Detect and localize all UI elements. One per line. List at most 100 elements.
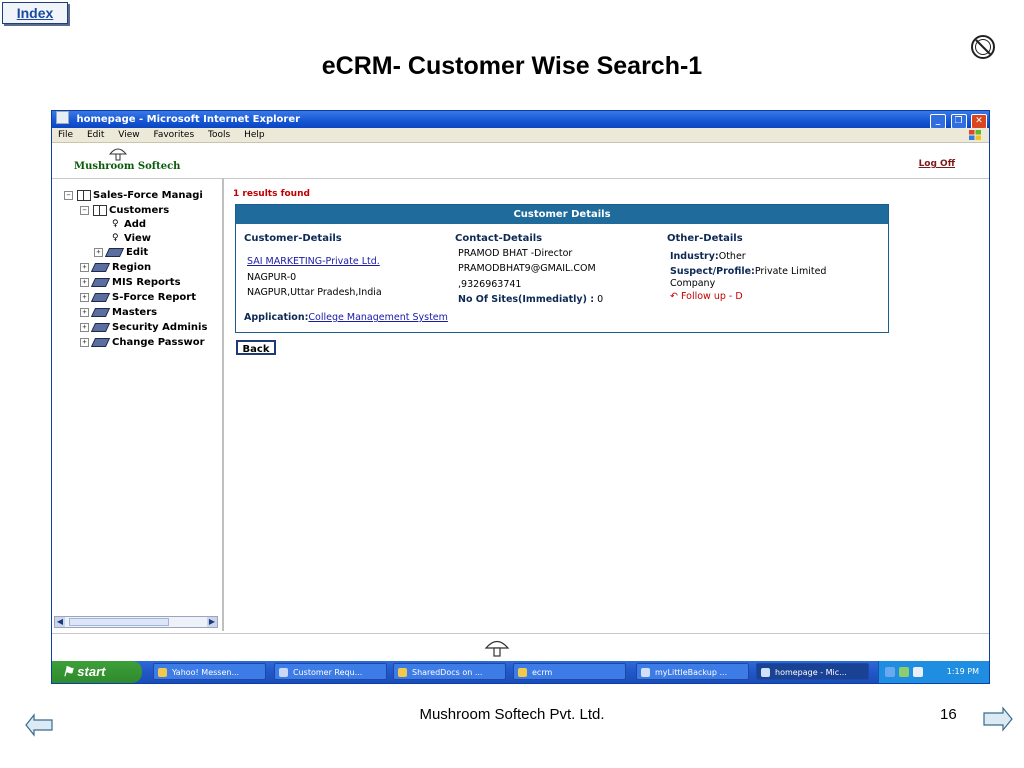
tree-item-edit[interactable]: + Edit <box>94 245 148 259</box>
tree-label: View <box>124 232 152 244</box>
tree-item-mis-reports[interactable]: + MIS Reports <box>80 275 181 289</box>
tree-item-change-password[interactable]: + Change Passwor <box>80 335 205 349</box>
col-contact-details: Contact-Details <box>455 233 543 244</box>
contact-name: PRAMOD BHAT -Director <box>458 248 573 259</box>
contact-phone: ,9326963741 <box>458 279 522 290</box>
navigation-tree: − Sales-Force Managi − Customers ♀ Add ♀… <box>52 178 224 631</box>
mushroom-logo-icon <box>484 640 510 657</box>
ie-page-icon <box>56 111 69 124</box>
expand-icon[interactable]: + <box>80 277 89 287</box>
application-label: Application: <box>244 312 309 323</box>
slide-title: eCRM- Customer Wise Search-1 <box>321 52 703 80</box>
window-title: homepage - Microsoft Internet Explorer <box>76 114 301 125</box>
task-mylittlebackup[interactable]: myLittleBackup ... <box>636 663 749 680</box>
restore-button[interactable]: ❐ <box>950 114 967 129</box>
menu-file[interactable]: File <box>58 130 73 140</box>
tree-label: Change Passwor <box>112 336 205 348</box>
customer-name-link[interactable]: SAI MARKETING-Private Ltd. <box>247 256 380 267</box>
tree-item-add[interactable]: ♀ Add <box>112 217 146 231</box>
task-label: homepage - Mic... <box>775 668 847 677</box>
expand-icon[interactable]: + <box>80 322 89 332</box>
tree-label: Customers <box>109 204 170 216</box>
logoff-link[interactable]: Log Off <box>919 159 955 169</box>
start-button[interactable]: ⚑ start <box>52 661 142 683</box>
task-shareddocs[interactable]: SharedDocs on ... <box>393 663 506 680</box>
clock: 1:19 PM <box>946 667 979 676</box>
speaker-icon[interactable] <box>913 667 923 677</box>
network-icon[interactable] <box>899 667 909 677</box>
ie-page-icon <box>641 668 650 677</box>
results-count: 1 results found <box>233 189 310 199</box>
back-button[interactable]: Back <box>236 340 276 355</box>
horizontal-scrollbar[interactable]: ◀ ▶ <box>54 616 218 628</box>
tree-item-customers[interactable]: − Customers <box>80 203 169 217</box>
task-label: SharedDocs on ... <box>412 668 483 677</box>
minimize-button[interactable]: _ <box>930 114 947 129</box>
tree-item-masters[interactable]: + Masters <box>80 305 157 319</box>
menu-tools[interactable]: Tools <box>208 130 230 140</box>
collapse-icon[interactable]: − <box>80 205 89 215</box>
tree-item-region[interactable]: + Region <box>80 260 151 274</box>
closed-book-icon <box>90 322 111 332</box>
tree-item-security-admin[interactable]: + Security Adminis <box>80 320 207 334</box>
tray-arrow-icon[interactable] <box>885 667 895 677</box>
industry-value: Other <box>718 251 746 262</box>
menu-view[interactable]: View <box>118 130 139 140</box>
follow-up-link[interactable]: ↶ Follow up - D <box>670 291 743 302</box>
closed-book-icon <box>90 292 111 302</box>
scroll-thumb[interactable] <box>69 618 169 626</box>
closed-book-icon <box>90 262 111 272</box>
windows-flag-icon <box>969 130 981 140</box>
application: Application:College Management System <box>244 312 448 323</box>
window-titlebar: homepage - Microsoft Internet Explorer _… <box>52 111 989 129</box>
expand-icon[interactable]: + <box>80 262 89 272</box>
industry: Industry:Other <box>670 251 746 262</box>
expand-icon[interactable]: + <box>80 337 89 347</box>
document-icon <box>279 668 288 677</box>
brand-name: Mushroom Softech <box>74 161 181 172</box>
task-customer-requ[interactable]: Customer Requ... <box>274 663 387 680</box>
tree-item-root[interactable]: − Sales-Force Managi <box>64 188 203 202</box>
task-label: ecrm <box>532 668 553 677</box>
tree-item-sforce-report[interactable]: + S-Force Report <box>80 290 196 304</box>
open-book-icon <box>93 204 107 216</box>
task-ecrm[interactable]: ecrm <box>513 663 626 680</box>
menu-help[interactable]: Help <box>244 130 265 140</box>
scroll-right-icon[interactable]: ▶ <box>207 617 217 627</box>
menu-favorites[interactable]: Favorites <box>153 130 194 140</box>
start-flag-icon: ⚑ <box>62 664 78 679</box>
collapse-icon[interactable]: − <box>64 190 73 200</box>
sites-value: 0 <box>597 294 604 305</box>
no-symbol-icon <box>971 35 995 59</box>
menu-edit[interactable]: Edit <box>87 130 104 140</box>
expand-icon[interactable]: + <box>94 247 103 257</box>
customer-pincode: NAGPUR-0 <box>247 272 297 283</box>
expand-icon[interactable]: + <box>80 292 89 302</box>
task-yahoo-messenger[interactable]: Yahoo! Messen... <box>153 663 266 680</box>
task-homepage[interactable]: homepage - Mic... <box>756 663 869 680</box>
expand-icon[interactable]: + <box>80 307 89 317</box>
status-bar <box>52 633 989 662</box>
previous-arrow-icon[interactable] <box>24 712 54 738</box>
next-arrow-icon[interactable] <box>982 705 1014 733</box>
folder-icon <box>518 668 527 677</box>
browser-window: homepage - Microsoft Internet Explorer _… <box>51 110 990 684</box>
person-icon: ♀ <box>112 219 119 229</box>
closed-book-icon <box>90 307 111 317</box>
mushroom-logo-icon <box>108 148 128 161</box>
tree-label: Edit <box>126 246 149 258</box>
suspect-profile: Suspect/Profile:Private Limited <box>670 266 826 277</box>
suspect-value-line2: Company <box>670 278 716 289</box>
tree-item-view[interactable]: ♀ View <box>112 231 151 245</box>
index-button[interactable]: Index <box>2 2 68 24</box>
task-label: Yahoo! Messen... <box>172 668 240 677</box>
main-content: 1 results found Customer Details Custome… <box>230 178 930 631</box>
application-link[interactable]: College Management System <box>308 312 448 323</box>
menu-bar: File Edit View Favorites Tools Help <box>52 128 989 143</box>
app-header: Mushroom Softech Log Off <box>52 143 989 179</box>
smiley-icon <box>158 668 167 677</box>
person-icon: ♀ <box>112 233 119 243</box>
scroll-left-icon[interactable]: ◀ <box>55 617 65 627</box>
close-button[interactable]: ✕ <box>971 114 987 129</box>
customer-location: NAGPUR,Uttar Pradesh,India <box>247 287 382 298</box>
